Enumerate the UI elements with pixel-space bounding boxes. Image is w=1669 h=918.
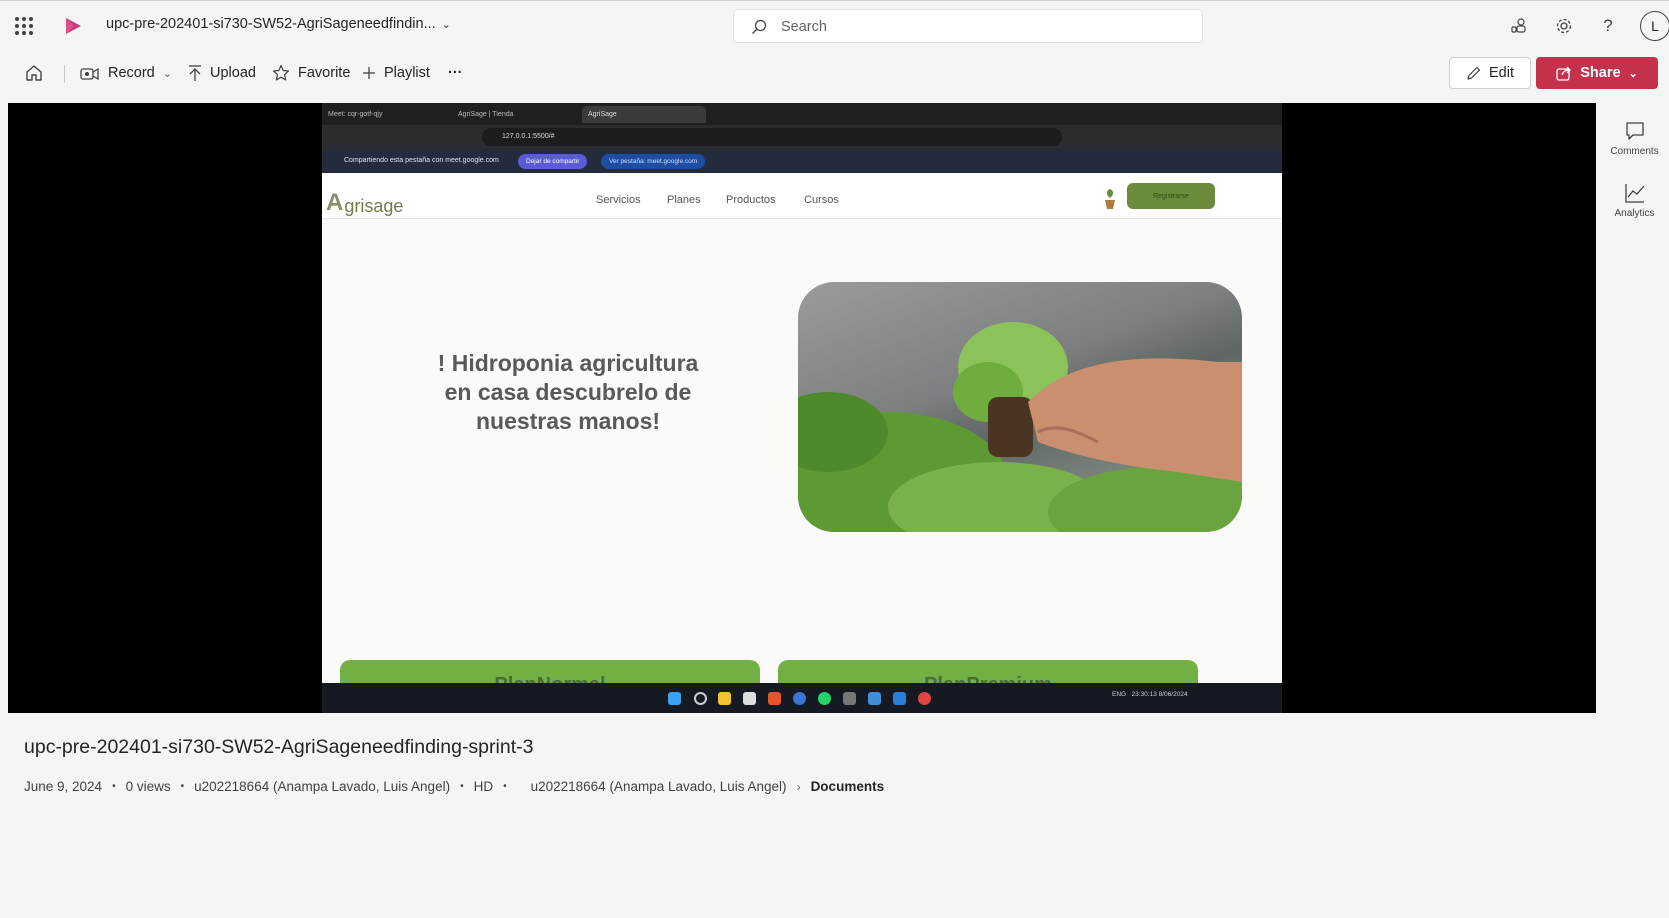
pencil-icon — [1467, 66, 1481, 80]
upload-date: June 9, 2024 — [24, 779, 103, 794]
home-button[interactable] — [24, 62, 44, 84]
settings-gear-icon[interactable] — [1553, 15, 1575, 37]
upload-button[interactable]: Upload — [188, 62, 256, 84]
command-bar: Record ⌄ Upload Favorite Playlist ··· — [0, 50, 1669, 96]
more-options-button[interactable]: ··· — [448, 62, 463, 84]
tray-time: 23:30:13 — [1131, 691, 1157, 698]
browser-tab-active: AgriSage — [582, 106, 706, 123]
edit-label: Edit — [1489, 65, 1514, 81]
record-button[interactable]: Record ⌄ — [80, 62, 172, 84]
site-logo: Agrisage — [326, 175, 403, 217]
analytics-label: Analytics — [1614, 208, 1655, 219]
breadcrumb-owner[interactable]: u202218664 (Anampa Lavado, Luis Angel) — [531, 779, 787, 794]
playlist-label: Playlist — [384, 65, 430, 81]
whatsapp-icon — [818, 692, 831, 705]
record-camera-icon — [80, 67, 99, 81]
share-icon — [1556, 66, 1572, 81]
video-metadata: June 9, 2024 • 0 views • u202218664 (Ana… — [24, 779, 884, 794]
search-icon — [752, 19, 767, 34]
browser-tab: Meet: cqr-gotf-qjy — [328, 111, 383, 118]
tray-date: 8/06/2024 — [1158, 691, 1188, 698]
site-hero-text: ! Hidroponia agricultura en casa descubr… — [437, 350, 699, 434]
document-title[interactable]: upc-pre-202401-si730-SW52-AgriSageneedfi… — [106, 16, 451, 32]
vscode-icon — [893, 692, 906, 705]
share-button[interactable]: Share ⌄ — [1536, 57, 1658, 89]
quality-badge: HD — [473, 779, 494, 794]
lettuce-hand-illustration — [798, 322, 1242, 532]
chevron-right-icon: › — [796, 779, 801, 794]
video-frame: Meet: cqr-gotf-qjy AgriSage | Tienda Agr… — [322, 103, 1282, 713]
plus-icon — [363, 67, 375, 79]
divider — [64, 65, 65, 83]
taskbar-search-icon — [694, 692, 707, 705]
tray-language: ENG — [1112, 691, 1127, 698]
upload-label: Upload — [210, 65, 256, 81]
app-icon — [868, 692, 881, 705]
star-icon — [272, 64, 290, 81]
app-launcher-icon[interactable] — [15, 17, 33, 35]
windows-taskbar: ENG 23:30:13 8/06/2024 — [322, 683, 1282, 713]
site-logo-initial: A — [326, 189, 344, 216]
home-icon — [26, 65, 42, 81]
system-tray: ENG 23:30:13 8/06/2024 — [1112, 691, 1188, 698]
playlist-button[interactable]: Playlist — [362, 62, 430, 84]
browser-url: 127.0.0.1:5500/# — [482, 128, 1062, 146]
store-icon — [743, 692, 756, 705]
app-icon — [843, 692, 856, 705]
browser-tab: AgriSage | Tienda — [458, 111, 514, 118]
avatar[interactable]: L — [1640, 11, 1669, 41]
comment-icon — [1625, 122, 1644, 140]
plant-pot-icon — [1105, 189, 1115, 209]
website-nav: Agrisage Servicios Planes Productos Curs… — [322, 173, 1282, 219]
site-logo-text: grisage — [344, 196, 404, 216]
search-box[interactable]: Search — [733, 9, 1203, 43]
site-nav-link: Servicios — [596, 194, 641, 206]
comments-button[interactable]: Comments — [1600, 120, 1669, 157]
top-bar: upc-pre-202401-si730-SW52-AgriSageneedfi… — [0, 0, 1669, 50]
view-tab-pill: Ver pestaña: meet.google.com — [601, 154, 706, 169]
folder-icon — [718, 692, 731, 705]
separator-dot: • — [460, 781, 464, 792]
document-title-text: upc-pre-202401-si730-SW52-AgriSageneedfi… — [106, 16, 436, 32]
separator-dot: • — [180, 781, 185, 792]
site-nav-link: Cursos — [804, 194, 839, 206]
upload-icon — [189, 65, 201, 81]
stream-logo-icon — [66, 18, 81, 34]
separator-dot: • — [112, 781, 116, 792]
browser-address-bar: 127.0.0.1:5500/# — [322, 125, 1282, 149]
separator-dot: • — [503, 781, 507, 792]
people-icon[interactable] — [1508, 15, 1530, 37]
stop-share-pill: Dejar de compartir — [518, 154, 588, 169]
breadcrumb-documents[interactable]: Documents — [811, 779, 885, 794]
comments-label: Comments — [1610, 146, 1659, 157]
site-nav-link: Planes — [667, 194, 701, 206]
analytics-button[interactable]: Analytics — [1600, 182, 1669, 219]
brave-browser-icon — [768, 692, 781, 705]
favorite-button[interactable]: Favorite — [272, 62, 350, 84]
edge-icon — [793, 692, 806, 705]
website-page: Agrisage Servicios Planes Productos Curs… — [322, 173, 1282, 700]
hydroponic-lettuce-image — [798, 282, 1242, 532]
analytics-chart-icon — [1624, 184, 1644, 203]
search-placeholder: Search — [781, 19, 827, 35]
owner-name: u202218664 (Anampa Lavado, Luis Angel) — [194, 779, 451, 794]
favorite-label: Favorite — [298, 65, 351, 81]
tab-sharing-bar: Compartiendo esta pestaña con meet.googl… — [322, 149, 1282, 173]
share-label: Share — [1580, 65, 1621, 81]
share-notice: Compartiendo esta pestaña con meet.googl… — [344, 157, 499, 164]
site-register-button: Registrarse — [1127, 183, 1215, 209]
record-label: Record — [108, 65, 155, 81]
video-player[interactable]: Meet: cqr-gotf-qjy AgriSage | Tienda Agr… — [8, 103, 1596, 713]
site-nav-link: Productos — [726, 194, 776, 206]
browser-tab-strip: Meet: cqr-gotf-qjy AgriSage | Tienda Agr… — [322, 103, 1282, 125]
windows-start-icon — [668, 692, 681, 705]
app-icon — [918, 692, 931, 705]
chevron-down-icon: ⌄ — [162, 67, 172, 80]
video-title: upc-pre-202401-si730-SW52-AgriSageneedfi… — [24, 736, 534, 758]
chevron-down-icon: ⌄ — [441, 19, 451, 31]
view-count: 0 views — [125, 779, 171, 794]
edit-button[interactable]: Edit — [1449, 57, 1531, 89]
help-icon[interactable]: ? — [1597, 15, 1619, 37]
chevron-down-icon: ⌄ — [1628, 67, 1638, 80]
